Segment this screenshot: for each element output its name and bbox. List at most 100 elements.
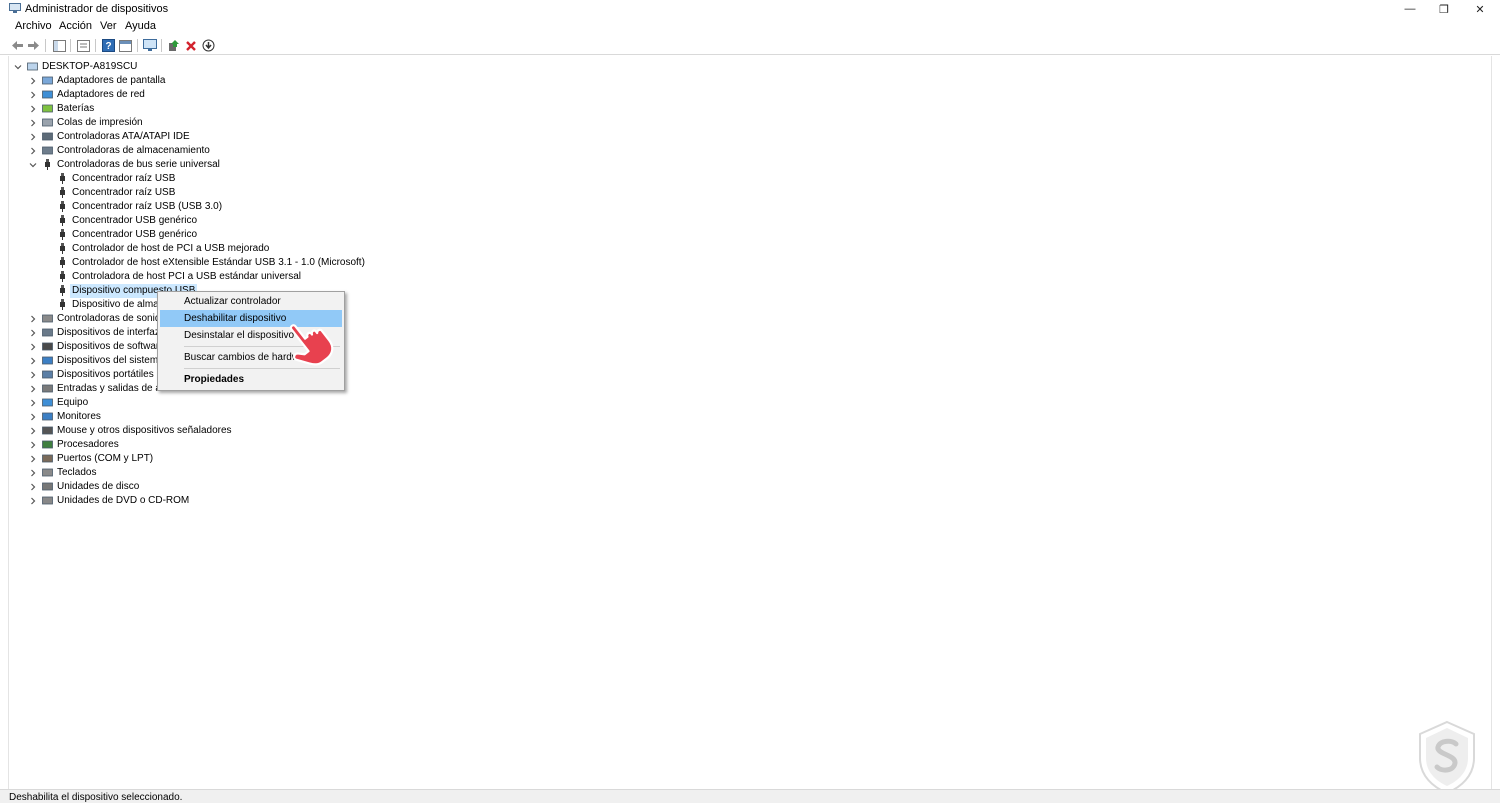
- tree-category[interactable]: Unidades de disco: [9, 480, 809, 494]
- menu-ver[interactable]: Ver: [100, 20, 117, 32]
- tree-category[interactable]: Dispositivos de software: [9, 340, 809, 354]
- tree-category[interactable]: Procesadores: [9, 438, 809, 452]
- tree-category[interactable]: Mouse y otros dispositivos señaladores: [9, 424, 809, 438]
- chevron-right-icon[interactable]: [28, 342, 37, 351]
- tree-category[interactable]: Controladoras de bus serie universal: [9, 158, 809, 172]
- device-category-icon: [42, 370, 53, 379]
- back-button[interactable]: [10, 38, 25, 53]
- device-category-icon: [42, 90, 53, 99]
- tree-usb-device[interactable]: Concentrador USB genérico: [9, 228, 809, 242]
- tree-node-label: Adaptadores de red: [57, 89, 145, 100]
- properties-button[interactable]: [76, 38, 91, 53]
- chevron-right-icon[interactable]: [28, 440, 37, 449]
- usb-icon: [60, 285, 65, 296]
- chevron-right-icon[interactable]: [28, 314, 37, 323]
- tree-root[interactable]: DESKTOP-A819SCU: [9, 60, 809, 74]
- help-button[interactable]: ?: [101, 38, 116, 53]
- tree-node-label: Mouse y otros dispositivos señaladores: [57, 425, 232, 436]
- chevron-right-icon[interactable]: [28, 76, 37, 85]
- chevron-right-icon[interactable]: [28, 482, 37, 491]
- device-category-icon: [42, 104, 53, 113]
- tree-category[interactable]: Equipo: [9, 396, 809, 410]
- tree-category[interactable]: Dispositivos portátiles: [9, 368, 809, 382]
- title-bar: Administrador de dispositivos — ❐ ✕: [0, 0, 1500, 18]
- show-hide-tree-button[interactable]: [52, 38, 67, 53]
- device-category-icon: [42, 328, 53, 337]
- tree-category[interactable]: Monitores: [9, 410, 809, 424]
- tree-usb-device[interactable]: Concentrador raíz USB (USB 3.0): [9, 200, 809, 214]
- chevron-right-icon[interactable]: [28, 132, 37, 141]
- menu-accion[interactable]: Acción: [59, 20, 92, 32]
- menu-update-driver[interactable]: Actualizar controlador: [160, 293, 342, 310]
- tree-usb-device[interactable]: Concentrador raíz USB: [9, 172, 809, 186]
- minimize-button[interactable]: —: [1392, 0, 1428, 18]
- chevron-right-icon[interactable]: [28, 146, 37, 155]
- tree-usb-device[interactable]: Concentrador USB genérico: [9, 214, 809, 228]
- tree-node-label: Controladoras de sonido: [57, 313, 166, 324]
- tree-usb-device[interactable]: Controladora de host PCI a USB estándar …: [9, 270, 809, 284]
- tree-category[interactable]: Controladoras de almacenamiento: [9, 144, 809, 158]
- chevron-right-icon[interactable]: [28, 468, 37, 477]
- tree-category[interactable]: Teclados: [9, 466, 809, 480]
- tree-node-label: Teclados: [57, 467, 97, 478]
- chevron-right-icon[interactable]: [28, 398, 37, 407]
- close-button[interactable]: ✕: [1462, 0, 1498, 18]
- tree-category[interactable]: Colas de impresión: [9, 116, 809, 130]
- tree-category[interactable]: Puertos (COM y LPT): [9, 452, 809, 466]
- uninstall-icon: [185, 40, 196, 51]
- tree-node-label: Adaptadores de pantalla: [57, 75, 166, 86]
- chevron-right-icon[interactable]: [28, 90, 37, 99]
- tree-usb-device[interactable]: Dispositivo compuesto USB: [9, 284, 809, 298]
- disable-button[interactable]: [201, 38, 216, 53]
- tree-category[interactable]: Controladoras ATA/ATAPI IDE: [9, 130, 809, 144]
- restore-button[interactable]: ❐: [1426, 0, 1462, 18]
- chevron-down-icon[interactable]: [13, 62, 22, 71]
- chevron-right-icon[interactable]: [28, 454, 37, 463]
- usb-icon: [60, 201, 65, 212]
- chevron-right-icon[interactable]: [28, 496, 37, 505]
- tree-category[interactable]: Adaptadores de pantalla: [9, 74, 809, 88]
- tree-usb-device[interactable]: Controlador de host eXtensible Estándar …: [9, 256, 809, 270]
- device-category-icon: [42, 76, 53, 85]
- chevron-right-icon[interactable]: [28, 328, 37, 337]
- tree-node-label: DESKTOP-A819SCU: [42, 61, 138, 72]
- tree-node-label: Dispositivos de software: [57, 341, 165, 352]
- scan-hardware-button[interactable]: [142, 38, 157, 53]
- uninstall-button[interactable]: [183, 38, 198, 53]
- chevron-right-icon[interactable]: [28, 104, 37, 113]
- device-category-icon: [42, 468, 53, 477]
- device-manager-window: Administrador de dispositivos — ❐ ✕ Arch…: [0, 0, 1500, 803]
- tree-category[interactable]: Dispositivos del sistema: [9, 354, 809, 368]
- device-category-icon: [42, 426, 53, 435]
- usb-icon: [60, 229, 65, 240]
- chevron-right-icon[interactable]: [28, 426, 37, 435]
- tree-category[interactable]: Adaptadores de red: [9, 88, 809, 102]
- console-button[interactable]: [118, 38, 133, 53]
- tree-category[interactable]: Dispositivos de interfaz d: [9, 326, 809, 340]
- device-category-icon: [42, 496, 53, 505]
- tree-node-label: Procesadores: [57, 439, 119, 450]
- tree-usb-device[interactable]: Dispositivo de almac: [9, 298, 809, 312]
- tree-usb-device[interactable]: Concentrador raíz USB: [9, 186, 809, 200]
- chevron-right-icon[interactable]: [28, 118, 37, 127]
- tree-node-label: Concentrador raíz USB (USB 3.0): [72, 201, 223, 212]
- status-text: Deshabilita el dispositivo seleccionado.: [9, 792, 183, 803]
- chevron-right-icon[interactable]: [28, 356, 37, 365]
- forward-button[interactable]: [26, 38, 41, 53]
- chevron-right-icon[interactable]: [28, 412, 37, 421]
- menu-archivo[interactable]: Archivo: [15, 20, 52, 32]
- tree-category[interactable]: Controladoras de sonido: [9, 312, 809, 326]
- tree-usb-device[interactable]: Controlador de host de PCI a USB mejorad…: [9, 242, 809, 256]
- toolbar-separator: [70, 39, 71, 52]
- menu-properties[interactable]: Propiedades: [160, 371, 342, 388]
- tree-category[interactable]: Entradas y salidas de aud: [9, 382, 809, 396]
- chevron-right-icon[interactable]: [28, 384, 37, 393]
- menu-ayuda[interactable]: Ayuda: [125, 20, 156, 32]
- update-driver-button[interactable]: [166, 38, 181, 53]
- chevron-down-icon[interactable]: [28, 160, 37, 169]
- tree-category[interactable]: Baterías: [9, 102, 809, 116]
- chevron-right-icon[interactable]: [28, 370, 37, 379]
- device-category-icon: [42, 146, 53, 155]
- toolbar-separator: [45, 39, 46, 52]
- tree-category[interactable]: Unidades de DVD o CD-ROM: [9, 494, 809, 508]
